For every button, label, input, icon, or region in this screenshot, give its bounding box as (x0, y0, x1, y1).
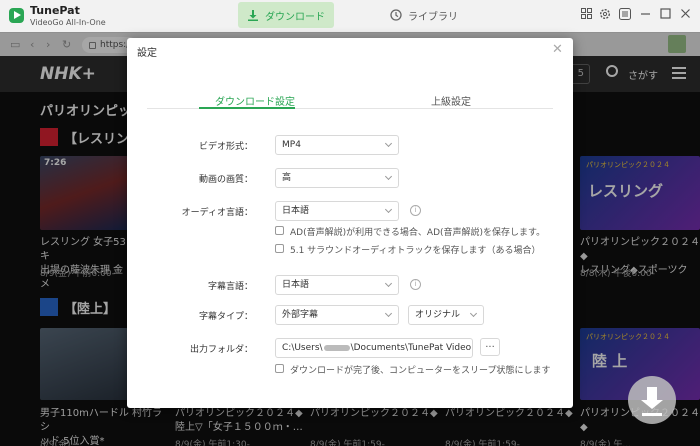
settings-dialog: 設定 ✕ ダウンロード設定 上級設定 ビデオ形式： MP4 動画の画質： 高 オ… (127, 38, 573, 408)
browse-folder-button[interactable]: ... (480, 338, 500, 356)
app-titlebar: TunePat VideoGo All-In-One ダウンロード ライブラリ (0, 0, 700, 32)
chevron-down-icon (384, 279, 393, 288)
clock-icon (390, 9, 402, 21)
output-folder-label: 出力フォルダ： (189, 345, 253, 355)
output-folder-input[interactable]: C:\Users\ \Documents\TunePat Video (275, 338, 473, 358)
chevron-down-icon (384, 205, 393, 214)
tunepat-logo-icon (9, 8, 24, 23)
tab-download-settings[interactable]: ダウンロード設定 (215, 93, 295, 108)
app-subtitle: VideoGo All-In-One (30, 18, 106, 27)
subtitle-language-select[interactable]: 日本語 (275, 275, 399, 295)
sleep-after-download-label: ダウンロードが完了後、コンピューターをスリープ状態にします (290, 366, 551, 376)
close-icon[interactable] (679, 8, 691, 20)
subtitle-type-select[interactable]: 外部字幕 (275, 305, 399, 325)
maximize-icon[interactable] (659, 8, 671, 20)
subtitle-language-value: 日本語 (282, 280, 310, 290)
sleep-after-download-checkbox[interactable] (275, 364, 284, 373)
output-folder-suffix: \Documents\TunePat Video (350, 343, 472, 353)
chevron-down-icon (384, 309, 393, 318)
minimize-icon[interactable] (639, 8, 651, 20)
quality-value: 高 (282, 173, 292, 183)
output-folder-prefix: C:\Users\ (282, 343, 323, 353)
download-icon (248, 10, 258, 21)
dialog-close-icon[interactable]: ✕ (552, 42, 563, 57)
surround-audio-checkbox[interactable] (275, 244, 284, 253)
ad-audio-checkbox-label: AD(音声解説)が利用できる場合、AD(音声解説)を保存します。 (290, 228, 546, 238)
tab-download[interactable]: ダウンロード (238, 2, 334, 28)
audio-language-label: オーディオ言語： (181, 208, 253, 218)
quality-label: 動画の画質： (198, 175, 253, 185)
video-format-label: ビデオ形式： (198, 142, 253, 152)
menu-icon[interactable] (619, 8, 631, 20)
download-fab-icon[interactable] (628, 376, 676, 424)
download-fab-bar (642, 413, 662, 416)
subtitle-language-label: 字幕言語： (207, 282, 253, 292)
gear-icon[interactable] (599, 8, 611, 20)
subtitle-format-select[interactable]: オリジナル (408, 305, 484, 325)
subtitle-type-value: 外部字幕 (282, 310, 319, 320)
grid-icon[interactable] (580, 8, 592, 20)
audio-language-value: 日本語 (282, 206, 310, 216)
info-icon[interactable]: i (410, 279, 421, 290)
chevron-down-icon (469, 309, 478, 318)
subtitle-type-label: 字幕タイプ： (198, 312, 253, 322)
quality-select[interactable]: 高 (275, 168, 399, 188)
chevron-down-icon (384, 172, 393, 181)
app-name: TunePat (30, 4, 80, 17)
audio-language-select[interactable]: 日本語 (275, 201, 399, 221)
dialog-title: 設定 (137, 48, 157, 59)
surround-audio-checkbox-label: 5.1 サラウンドオーディオトラックを保存します（ある場合） (290, 246, 541, 256)
tab-download-label: ダウンロード (265, 11, 325, 23)
video-format-value: MP4 (282, 140, 301, 150)
tab-advanced-settings[interactable]: 上級設定 (431, 93, 471, 108)
chevron-down-icon (384, 139, 393, 148)
tab-library[interactable]: ライブラリ (376, 2, 472, 28)
info-icon[interactable]: i (410, 205, 421, 216)
active-tab-indicator (199, 107, 295, 109)
tab-library-label: ライブラリ (408, 11, 458, 23)
video-format-select[interactable]: MP4 (275, 135, 399, 155)
subtitle-format-value: オリジナル (415, 310, 461, 320)
ad-audio-checkbox[interactable] (275, 226, 284, 235)
redacted-username (323, 344, 350, 351)
